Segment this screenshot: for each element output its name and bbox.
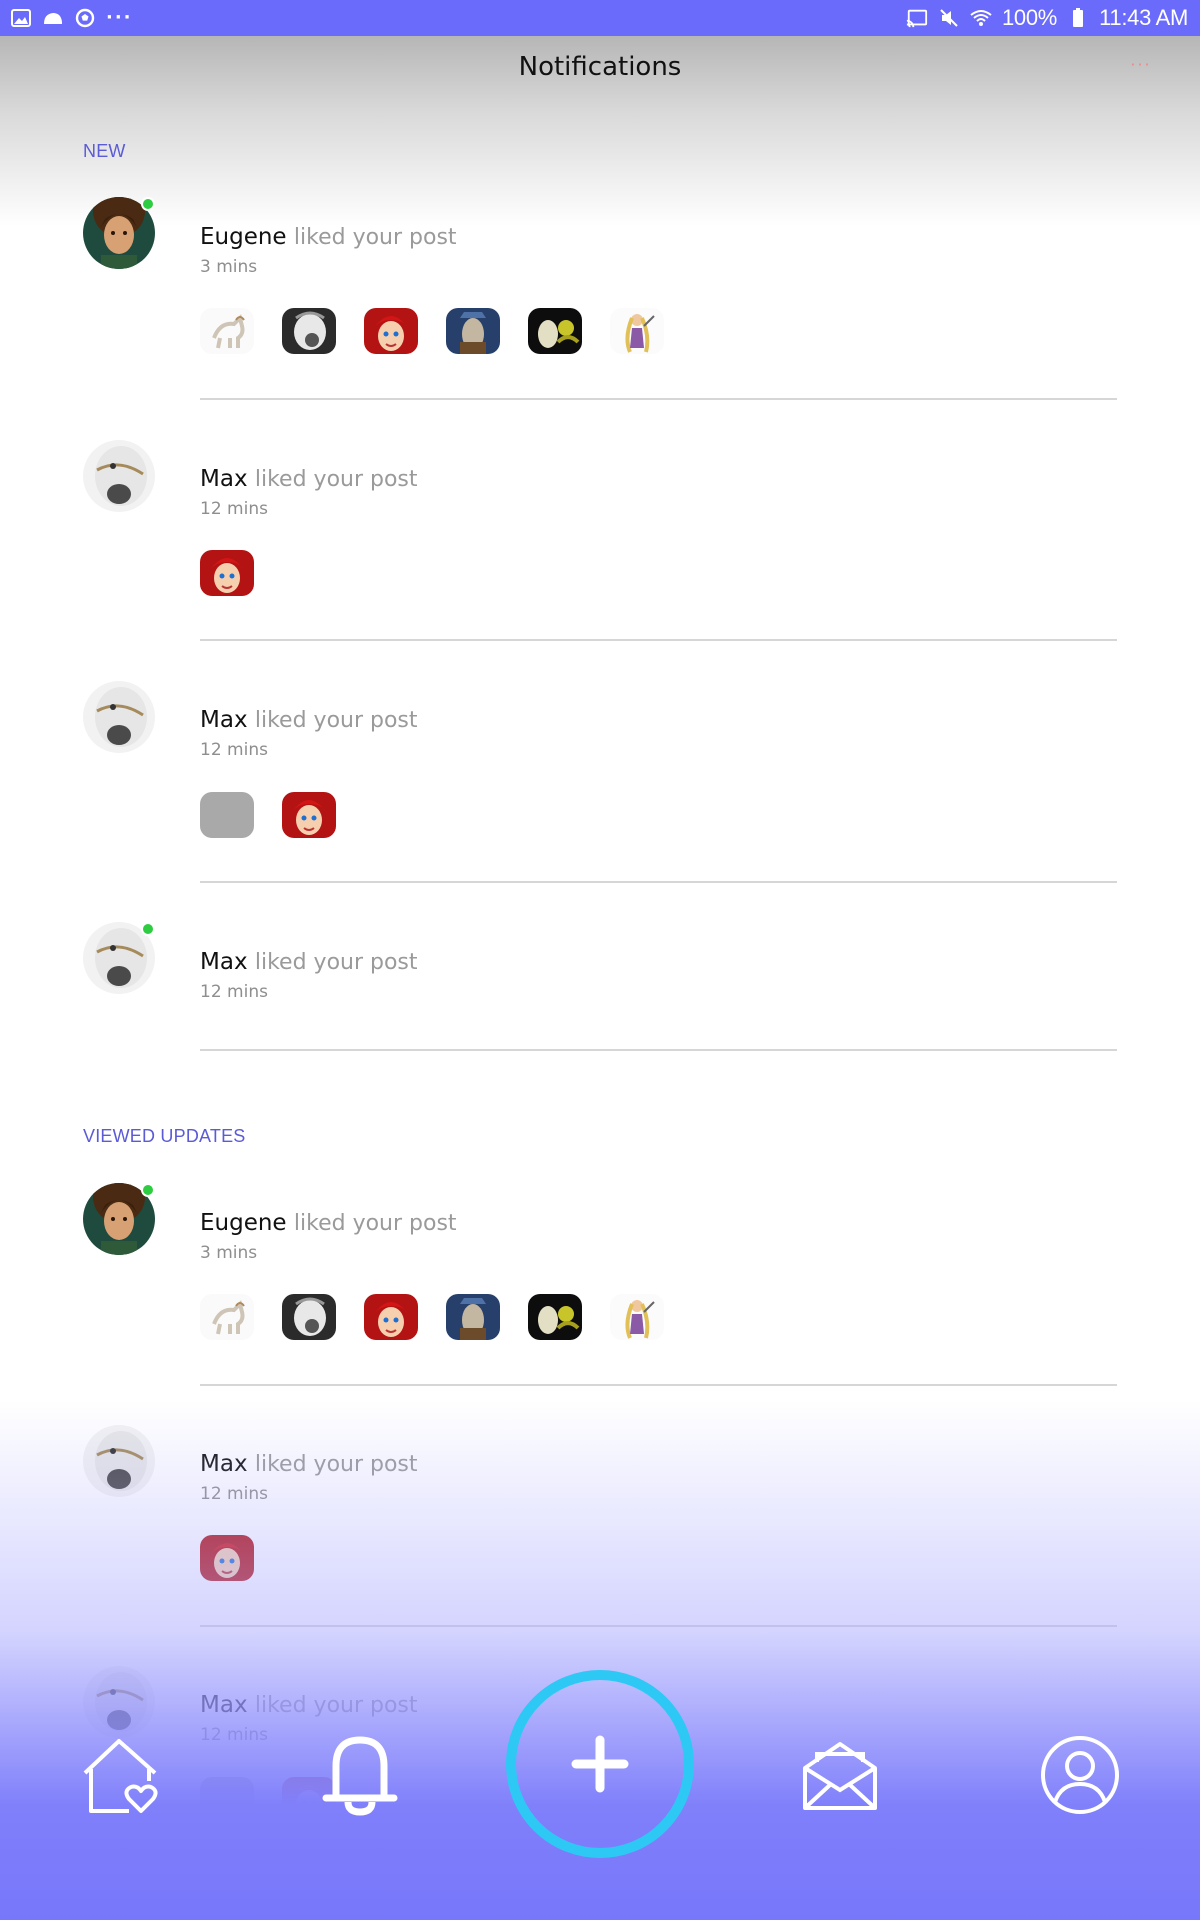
max-portrait — [83, 681, 155, 753]
post-thumbnail[interactable] — [528, 1294, 582, 1340]
username[interactable]: Max — [200, 1451, 248, 1477]
battery-icon — [1067, 8, 1089, 28]
timestamp: 12 mins — [200, 1484, 268, 1504]
cast-icon — [906, 8, 928, 28]
profile-icon[interactable] — [1036, 1728, 1124, 1822]
timestamp: 12 mins — [200, 740, 268, 760]
username[interactable]: Max — [200, 949, 248, 975]
divider — [200, 639, 1117, 641]
image-icon — [10, 8, 32, 28]
more-dots-icon: ··· — [106, 7, 133, 28]
status-bar: ··· 100% 11:43 AM — [0, 0, 1200, 36]
post-thumbnails — [200, 792, 336, 838]
section-label-new: NEW — [83, 141, 126, 161]
max-portrait — [83, 440, 155, 512]
divider — [200, 1625, 1117, 1627]
divider — [200, 881, 1117, 883]
cloud-icon — [42, 8, 64, 28]
online-indicator — [141, 922, 155, 936]
home-heart-icon[interactable] — [78, 1730, 162, 1820]
action-text: liked your post — [293, 225, 457, 250]
action-text: liked your post — [254, 708, 418, 733]
divider — [200, 1384, 1117, 1386]
notifications-list: NEW Eugene liked your post 3 mins Max li… — [0, 0, 1200, 1920]
post-thumbnails — [200, 1535, 254, 1581]
post-thumbnail[interactable] — [200, 1294, 254, 1340]
bottom-navigation — [0, 1660, 1200, 1860]
post-thumbnails — [200, 1294, 664, 1340]
timestamp: 12 mins — [200, 499, 268, 519]
avatar-max[interactable] — [83, 922, 155, 994]
post-thumbnail[interactable] — [446, 308, 500, 354]
post-thumbnail[interactable] — [364, 1294, 418, 1340]
divider — [200, 1866, 1117, 1868]
username[interactable]: Eugene — [200, 1210, 287, 1236]
action-text: liked your post — [293, 1211, 457, 1236]
more-options-button[interactable]: ··· — [1124, 55, 1158, 75]
post-thumbnail[interactable] — [528, 308, 582, 354]
mute-icon — [938, 8, 960, 28]
post-thumbnail[interactable] — [282, 792, 336, 838]
add-post-icon — [571, 1735, 629, 1793]
soccer-icon — [74, 8, 96, 28]
avatar-max[interactable] — [83, 681, 155, 753]
post-thumbnail[interactable] — [364, 308, 418, 354]
battery-percent: 100% — [1002, 5, 1058, 30]
avatar-max[interactable] — [83, 440, 155, 512]
section-label-viewed: VIEWED UPDATES — [83, 1126, 246, 1146]
divider — [200, 1049, 1117, 1051]
online-indicator — [141, 197, 155, 211]
avatar-eugene[interactable] — [83, 197, 155, 269]
post-thumbnail[interactable] — [610, 1294, 664, 1340]
mail-open-icon[interactable] — [800, 1730, 880, 1820]
wifi-icon — [970, 8, 992, 28]
timestamp: 12 mins — [200, 982, 268, 1002]
action-text: liked your post — [254, 950, 418, 975]
add-post-button[interactable] — [506, 1670, 694, 1858]
post-thumbnail[interactable] — [200, 550, 254, 596]
timestamp: 3 mins — [200, 1243, 258, 1263]
post-thumbnails — [200, 550, 254, 596]
bell-icon[interactable] — [320, 1728, 400, 1820]
username[interactable]: Eugene — [200, 224, 287, 250]
page-title: Notifications — [518, 52, 682, 82]
post-thumbnail-placeholder[interactable] — [200, 792, 254, 838]
post-thumbnail[interactable] — [610, 308, 664, 354]
max-portrait — [83, 1425, 155, 1497]
online-indicator — [141, 1183, 155, 1197]
divider — [200, 398, 1117, 400]
timestamp: 3 mins — [200, 257, 258, 277]
post-thumbnail[interactable] — [282, 1294, 336, 1340]
avatar-eugene[interactable] — [83, 1183, 155, 1255]
avatar-max[interactable] — [83, 1425, 155, 1497]
post-thumbnail[interactable] — [446, 1294, 500, 1340]
post-thumbnail[interactable] — [282, 308, 336, 354]
clock: 11:43 AM — [1099, 5, 1188, 30]
action-text: liked your post — [254, 1452, 418, 1477]
post-thumbnail[interactable] — [200, 1535, 254, 1581]
post-thumbnails — [200, 308, 664, 354]
action-text: liked your post — [254, 467, 418, 492]
username[interactable]: Max — [200, 707, 248, 733]
post-thumbnail[interactable] — [200, 308, 254, 354]
username[interactable]: Max — [200, 466, 248, 492]
